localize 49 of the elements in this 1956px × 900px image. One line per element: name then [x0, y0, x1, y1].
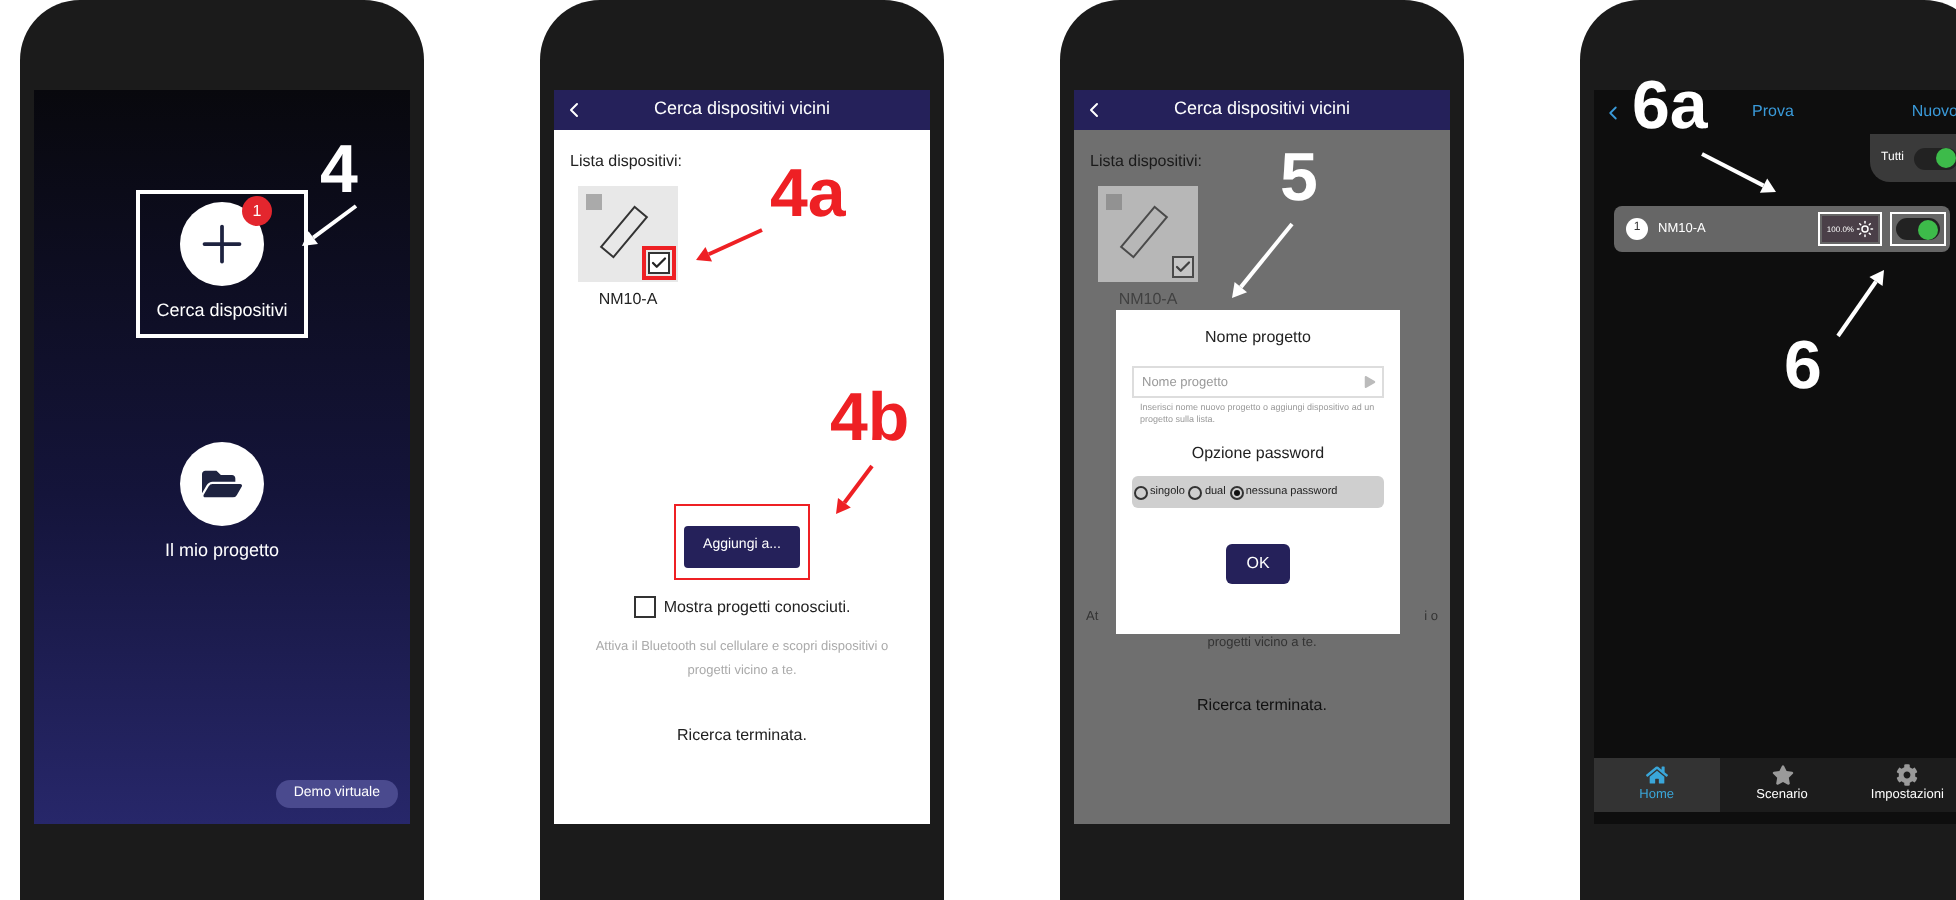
checkbox[interactable]	[648, 252, 670, 274]
tube-device-icon	[1116, 202, 1172, 262]
list-label: Lista dispositivi:	[1090, 150, 1205, 174]
step-number: 5	[1280, 144, 1318, 212]
ok-button[interactable]: OK	[1226, 544, 1290, 585]
menu-tile[interactable]: 1 Cerca dispositivi	[136, 190, 308, 337]
annotation-arrow	[834, 464, 876, 518]
annotation-arrow	[1836, 268, 1888, 340]
device-tile[interactable]	[578, 186, 678, 282]
notification-badge: 1	[242, 196, 272, 226]
settings-icon	[1896, 764, 1919, 787]
plus-icon	[180, 202, 264, 286]
screen-title: Cerca dispositivi vicini	[1171, 96, 1353, 123]
menu-label: Cerca dispositivi	[156, 298, 288, 324]
dialog-title: Nome progetto	[1205, 326, 1311, 350]
status-square-icon	[586, 194, 602, 210]
step-number: 4a	[770, 160, 846, 228]
screen-title: Cerca dispositivi vicini	[651, 96, 833, 123]
sun-icon	[1856, 220, 1874, 238]
status-square-icon	[1106, 194, 1122, 210]
annotation-arrow	[300, 204, 360, 248]
annotation-arrow	[1230, 222, 1296, 302]
checkbox[interactable]	[633, 596, 656, 618]
step-number: 6	[1784, 332, 1822, 400]
annotation-arrow	[1700, 152, 1780, 196]
tube-device-icon	[596, 202, 652, 262]
folder-icon	[180, 441, 264, 525]
device-name: NM10-A	[598, 288, 658, 312]
device-tile[interactable]	[1098, 186, 1198, 282]
step-number: 4	[320, 136, 358, 204]
list-label: Lista dispositivi:	[570, 150, 685, 174]
menu-label: Il mio progetto	[164, 537, 280, 564]
annotation-arrow	[694, 228, 766, 264]
radio-button[interactable]	[1188, 485, 1203, 500]
checkbox-label: Mostra progetti conosciuti.	[663, 595, 851, 619]
search-status: Ricerca terminata.	[675, 723, 809, 747]
checkbox[interactable]	[1172, 256, 1194, 278]
star-icon	[1771, 764, 1793, 787]
step-number: 4b	[830, 384, 910, 452]
section-title: Opzione password	[1191, 442, 1325, 466]
toggle-switch[interactable]	[1896, 218, 1940, 240]
home-icon	[1645, 764, 1668, 787]
toggle-switch[interactable]	[1914, 147, 1956, 169]
radio-button[interactable]	[1229, 485, 1244, 500]
search-status: Ricerca terminata.	[1195, 693, 1329, 717]
header-link[interactable]: Prova	[1752, 100, 1794, 124]
radio-button[interactable]	[1134, 485, 1148, 500]
step-number: 6a	[1632, 72, 1708, 140]
menu-tile[interactable]: Il mio progetto	[144, 429, 300, 576]
